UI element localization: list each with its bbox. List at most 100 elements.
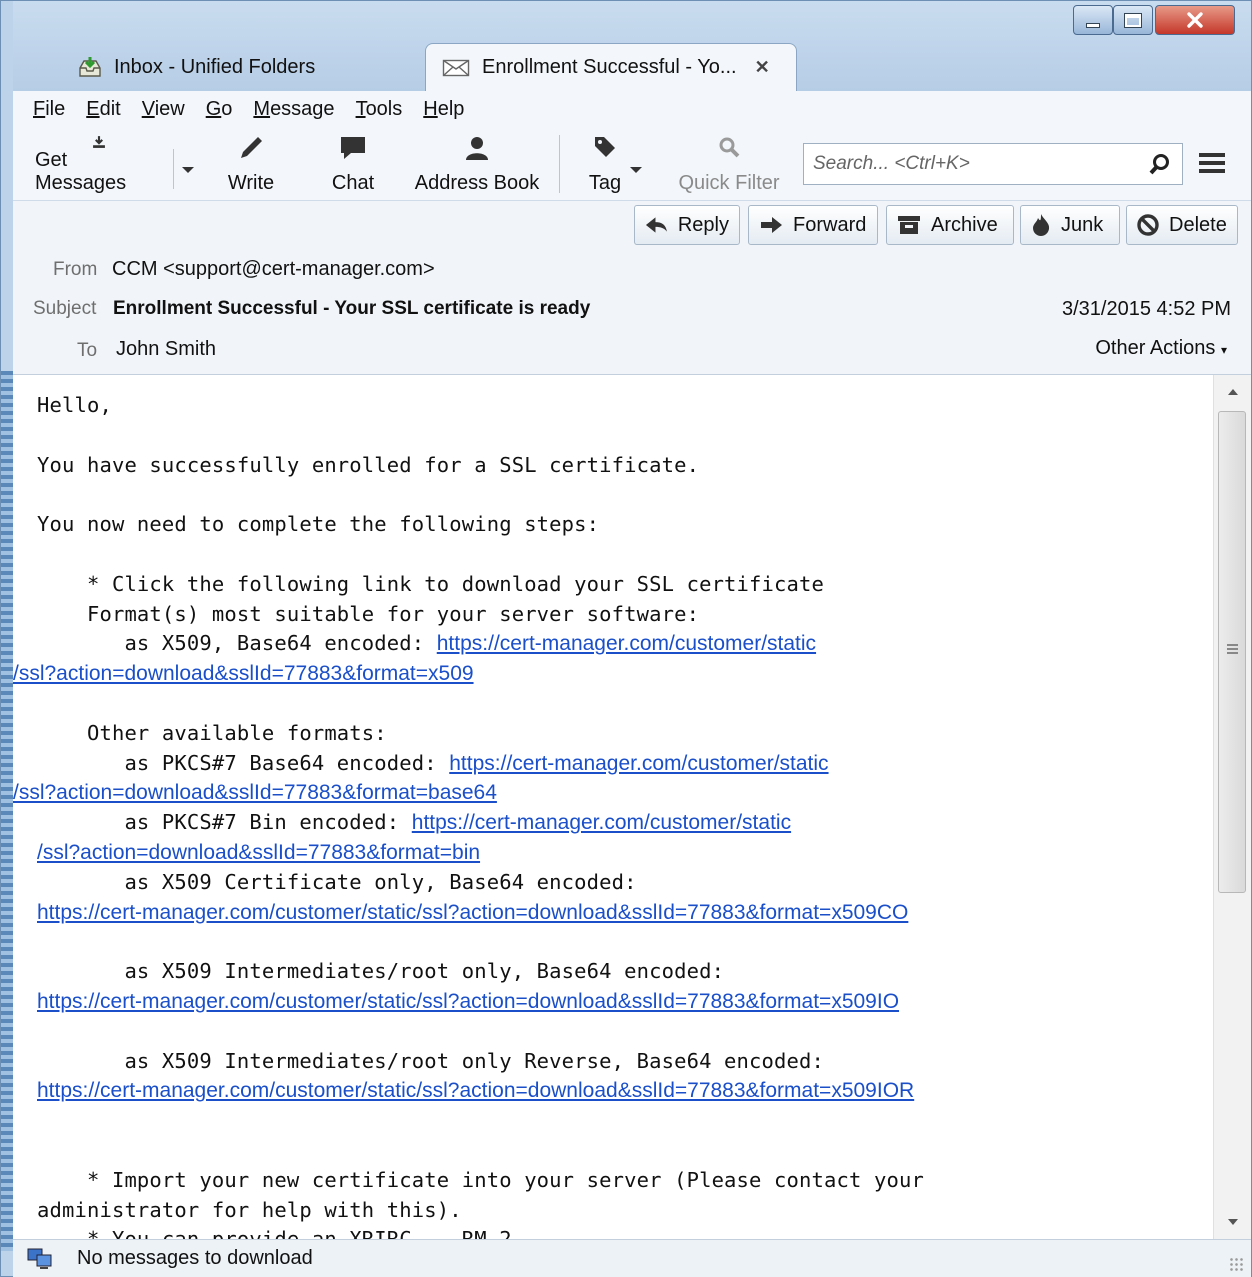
body-step: Other available formats:	[37, 720, 387, 745]
x509-link[interactable]: https://cert-manager.com/customer/static	[437, 632, 816, 655]
to-value[interactable]: John Smith	[116, 338, 216, 361]
chat-button[interactable]: Chat	[323, 135, 383, 195]
title-bar: Inbox - Unified Folders Enrollment Succe…	[13, 1, 1251, 91]
forward-button[interactable]: Forward	[748, 205, 878, 245]
menu-go[interactable]: Go	[206, 98, 233, 121]
close-icon	[1187, 12, 1203, 28]
other-actions-menu[interactable]: Other Actions ▾	[1095, 337, 1227, 360]
menu-message[interactable]: Message	[253, 98, 334, 121]
menu-bar: File Edit View Go Message Tools Help	[13, 91, 1251, 127]
tab-message[interactable]: Enrollment Successful - Yo... ✕	[425, 43, 797, 91]
reply-label: Reply	[677, 213, 729, 236]
tab-inbox[interactable]: Inbox - Unified Folders	[68, 43, 418, 91]
main-toolbar: Get Messages Write Chat Address Book Tag	[13, 127, 1251, 201]
delete-button[interactable]: Delete	[1126, 205, 1238, 245]
vertical-scrollbar[interactable]	[1213, 375, 1251, 1239]
subject-label: Subject	[33, 298, 97, 319]
body-step: * Click the following link to download y…	[37, 571, 824, 596]
maximize-icon	[1124, 12, 1142, 28]
close-window-button[interactable]	[1155, 5, 1235, 35]
body-step: * Import your new certificate into your …	[37, 1167, 924, 1192]
from-label: From	[53, 259, 98, 280]
get-messages-label: Get Messages	[35, 149, 127, 194]
menu-file[interactable]: File	[33, 98, 65, 121]
format-label: as X509, Base64 encoded:	[37, 631, 437, 656]
menu-help[interactable]: Help	[423, 98, 464, 121]
chevron-down-icon	[1228, 1219, 1238, 1225]
chevron-up-icon	[1228, 389, 1238, 395]
minimize-icon	[1086, 22, 1100, 28]
body-step: Format(s) most suitable for your server …	[37, 601, 700, 626]
address-book-label: Address Book	[414, 172, 540, 194]
mail-window: Inbox - Unified Folders Enrollment Succe…	[0, 0, 1252, 1277]
body-greeting: Hello,	[37, 393, 112, 417]
quick-filter-button[interactable]: Quick Filter	[673, 135, 785, 195]
search-icon	[1149, 154, 1169, 175]
menu-tools[interactable]: Tools	[356, 98, 403, 121]
search-placeholder: Search... <Ctrl+K>	[813, 153, 970, 174]
pkcs7-base64-link[interactable]: /ssl?action=download&sslId=77883&format=…	[13, 781, 497, 804]
menu-edit[interactable]: Edit	[86, 98, 120, 121]
x509io-link[interactable]: https://cert-manager.com/customer/static…	[37, 990, 899, 1013]
x509-link[interactable]: /ssl?action=download&sslId=77883&format=…	[13, 662, 474, 685]
message-date: 3/31/2015 4:52 PM	[1061, 298, 1231, 320]
format-label: as X509 Certificate only, Base64 encoded…	[37, 869, 637, 894]
pkcs7-base64-link[interactable]: https://cert-manager.com/customer/static	[449, 752, 828, 775]
search-input[interactable]: Search... <Ctrl+K>	[803, 143, 1183, 185]
message-text: Hello, You have successfully enrolled fo…	[13, 375, 1213, 1239]
body-paragraph: You have successfully enrolled for a SSL…	[37, 452, 700, 477]
pkcs7-bin-link[interactable]: /ssl?action=download&sslId=77883&format=…	[37, 841, 480, 864]
tag-dropdown[interactable]	[629, 157, 643, 180]
desktop-edge	[1, 371, 13, 1251]
message-header: Reply Forward Archive Junk Delete From C…	[13, 201, 1251, 375]
from-value[interactable]: CCM <support@cert-manager.com>	[112, 258, 435, 281]
format-label: as PKCS#7 Base64 encoded:	[37, 750, 450, 775]
body-paragraph: You now need to complete the following s…	[37, 512, 600, 537]
chat-label: Chat	[331, 172, 375, 194]
scroll-down-button[interactable]	[1214, 1205, 1252, 1239]
tab-close-icon[interactable]: ✕	[755, 57, 770, 78]
minimize-button[interactable]	[1073, 5, 1113, 35]
pkcs7-bin-link[interactable]: https://cert-manager.com/customer/static	[412, 811, 791, 834]
archive-button[interactable]: Archive	[886, 205, 1014, 245]
x509ior-link[interactable]: https://cert-manager.com/customer/static…	[37, 1079, 914, 1102]
format-label: as PKCS#7 Bin encoded:	[37, 810, 412, 835]
reply-button[interactable]: Reply	[634, 205, 740, 245]
resize-grip-icon[interactable]	[1229, 1257, 1245, 1273]
get-messages-dropdown[interactable]	[181, 157, 195, 180]
network-icon[interactable]	[27, 1248, 53, 1270]
message-body: Hello, You have successfully enrolled fo…	[13, 375, 1213, 1239]
subject-value: Enrollment Successful - Your SSL certifi…	[113, 298, 591, 319]
junk-button[interactable]: Junk	[1020, 205, 1120, 245]
scroll-thumb[interactable]	[1218, 411, 1246, 893]
magnifier-icon	[719, 137, 740, 158]
archive-icon	[898, 216, 920, 234]
delete-label: Delete	[1169, 213, 1227, 236]
reply-icon	[645, 217, 667, 233]
status-bar: No messages to download	[13, 1239, 1251, 1277]
x509co-link[interactable]: https://cert-manager.com/customer/static…	[37, 901, 908, 924]
chevron-down-icon	[182, 167, 194, 173]
inbox-icon	[78, 56, 102, 78]
menu-view[interactable]: View	[142, 98, 185, 121]
envelope-icon	[442, 58, 470, 78]
write-button[interactable]: Write	[221, 135, 281, 195]
format-label: as X509 Intermediates/root only Reverse,…	[37, 1048, 824, 1073]
body-step-cutoff: * You can provide an XRIRC... RM 2	[37, 1227, 512, 1239]
contact-icon	[466, 137, 488, 160]
address-book-button[interactable]: Address Book	[411, 135, 543, 195]
forward-arrow-icon	[761, 217, 782, 233]
tab-inbox-label: Inbox - Unified Folders	[114, 55, 316, 78]
flame-icon	[1033, 214, 1050, 236]
archive-label: Archive	[931, 213, 998, 236]
quick-filter-label: Quick Filter	[678, 172, 780, 194]
tag-button[interactable]: Tag	[583, 135, 627, 195]
toolbar-split-divider	[173, 149, 174, 189]
no-entry-icon	[1137, 214, 1159, 236]
junk-label: Junk	[1061, 213, 1104, 236]
scroll-up-button[interactable]	[1214, 375, 1252, 409]
app-menu-icon[interactable]	[1197, 151, 1227, 175]
write-label: Write	[227, 172, 275, 194]
get-messages-button[interactable]: Get Messages	[35, 135, 163, 195]
maximize-button[interactable]	[1113, 5, 1153, 35]
